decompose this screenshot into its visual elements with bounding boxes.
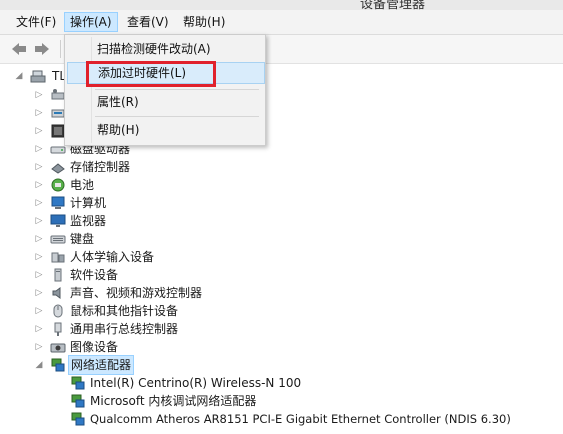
network-adapter-icon: [70, 375, 86, 391]
tree-category-label: 键盘: [70, 232, 95, 246]
menu-item-label: 扫描检测硬件改动(A): [97, 42, 211, 56]
tree-category-label: 存储控制器: [70, 160, 131, 174]
expand-arrow-icon[interactable]: ▷: [34, 302, 44, 320]
network-adapter-icon: [70, 411, 86, 427]
battery-icon: [50, 177, 66, 193]
software-device-icon: [50, 267, 66, 283]
storage-controller-icon: [50, 159, 66, 175]
tree-category-sound[interactable]: ▷ 声音、视频和游戏控制器: [0, 284, 203, 302]
expand-arrow-icon[interactable]: ▷: [34, 86, 44, 104]
tree-category-monitor[interactable]: ▷ 监视器: [0, 212, 200, 230]
expand-arrow-icon[interactable]: ▷: [34, 194, 44, 212]
tree-category-camera[interactable]: ▷ 图像设备: [0, 338, 200, 356]
expand-arrow-icon[interactable]: ▷: [34, 212, 44, 230]
menu-item-label: 属性(R): [97, 95, 139, 109]
tree-category-label: 鼠标和其他指针设备: [70, 304, 179, 318]
menu-item-properties[interactable]: 属性(R): [67, 92, 263, 112]
menu-bar: 文件(F) 操作(A) 查看(V) 帮助(H): [0, 10, 563, 35]
window-title: 设备管理器: [360, 0, 426, 10]
expand-arrow-icon[interactable]: ▷: [34, 338, 44, 356]
tree-category-label: 电池: [70, 178, 95, 192]
tree-device-row[interactable]: Microsoft 内核调试网络适配器: [0, 392, 400, 410]
tree-category-hidden[interactable]: ▷: [0, 86, 65, 104]
menu-action[interactable]: 操作(A): [64, 12, 118, 32]
tree-device-label: Intel(R) Centrino(R) Wireless-N 100: [90, 376, 302, 390]
tree-category-usb[interactable]: ▷ 通用串行总线控制器: [0, 320, 200, 338]
expand-arrow-icon[interactable]: ▷: [34, 122, 44, 140]
tree-category-keyboard[interactable]: ▷ 键盘: [0, 230, 200, 248]
menu-item-label: 帮助(H): [97, 123, 140, 137]
tree-category-battery[interactable]: ▷ 电池: [0, 176, 200, 194]
expand-arrow-icon[interactable]: ▷: [34, 140, 44, 158]
tree-category-storage[interactable]: ▷ 存储控制器: [0, 158, 200, 176]
menu-item-scan-hardware[interactable]: 扫描检测硬件改动(A): [67, 39, 263, 59]
expand-arrow-icon[interactable]: ▷: [34, 230, 44, 248]
tree-category-hidden[interactable]: ▷: [0, 104, 65, 122]
expand-arrow-icon[interactable]: ▷: [34, 320, 44, 338]
expand-arrow-icon[interactable]: ▷: [34, 248, 44, 266]
action-dropdown-menu: 扫描检测硬件改动(A) 添加过时硬件(L) 属性(R) 帮助(H): [64, 34, 266, 146]
tree-category-label: 人体学输入设备: [70, 250, 155, 264]
tree-category-label: 通用串行总线控制器: [70, 322, 179, 336]
toolbar-separator: [60, 40, 61, 58]
monitor-icon: [50, 213, 66, 229]
annotation-highlight-box: [86, 61, 216, 87]
title-bar: 设备管理器: [0, 0, 563, 10]
forward-arrow-icon[interactable]: [33, 40, 51, 58]
tree-category-label: 声音、视频和游戏控制器: [70, 286, 203, 300]
tree-device-row[interactable]: Intel(R) Centrino(R) Wireless-N 100: [0, 374, 400, 392]
tree-category-label: 软件设备: [70, 268, 119, 282]
tree-category-label: 计算机: [70, 196, 107, 210]
collapse-arrow-icon[interactable]: ◢: [14, 67, 24, 85]
expand-arrow-icon[interactable]: ▷: [34, 158, 44, 176]
expand-arrow-icon[interactable]: ▷: [34, 284, 44, 302]
tree-category-hid[interactable]: ▷ 人体学输入设备: [0, 248, 200, 266]
hid-icon: [50, 249, 66, 265]
computer-root-icon: [30, 68, 46, 84]
tree-device-row[interactable]: Qualcomm Atheros AR8151 PCI-E Gigabit Et…: [0, 410, 560, 428]
menu-file[interactable]: 文件(F): [11, 13, 61, 31]
tree-category-label: 监视器: [70, 214, 107, 228]
menu-item-help[interactable]: 帮助(H): [67, 120, 263, 140]
expand-arrow-icon[interactable]: ▷: [34, 104, 44, 122]
tree-category-mouse[interactable]: ▷ 鼠标和其他指针设备: [0, 302, 200, 320]
camera-icon: [50, 339, 66, 355]
mouse-icon: [50, 303, 66, 319]
tree-category-software[interactable]: ▷ 软件设备: [0, 266, 200, 284]
collapse-arrow-icon[interactable]: ◢: [34, 356, 44, 374]
expand-arrow-icon[interactable]: ▷: [34, 176, 44, 194]
menu-help[interactable]: 帮助(H): [178, 13, 230, 31]
tree-category-hidden[interactable]: ▷: [0, 122, 65, 140]
computer-icon: [50, 195, 66, 211]
menu-view[interactable]: 查看(V): [122, 13, 174, 31]
tree-category-network[interactable]: ◢ 网络适配器: [0, 355, 200, 375]
menu-separator: [95, 116, 259, 117]
tree-device-label: Qualcomm Atheros AR8151 PCI-E Gigabit Et…: [90, 412, 511, 426]
network-adapter-icon: [70, 393, 86, 409]
expand-arrow-icon[interactable]: ▷: [34, 266, 44, 284]
back-arrow-icon[interactable]: [10, 40, 28, 58]
tree-category-label: 图像设备: [70, 340, 119, 354]
usb-icon: [50, 321, 66, 337]
tree-category-label: 网络适配器: [68, 355, 135, 375]
sound-icon: [50, 285, 66, 301]
network-adapter-icon: [50, 357, 66, 373]
keyboard-icon: [50, 231, 66, 247]
tree-category-computer[interactable]: ▷ 计算机: [0, 194, 200, 212]
tree-device-label: Microsoft 内核调试网络适配器: [90, 394, 257, 408]
menu-separator: [95, 89, 259, 90]
